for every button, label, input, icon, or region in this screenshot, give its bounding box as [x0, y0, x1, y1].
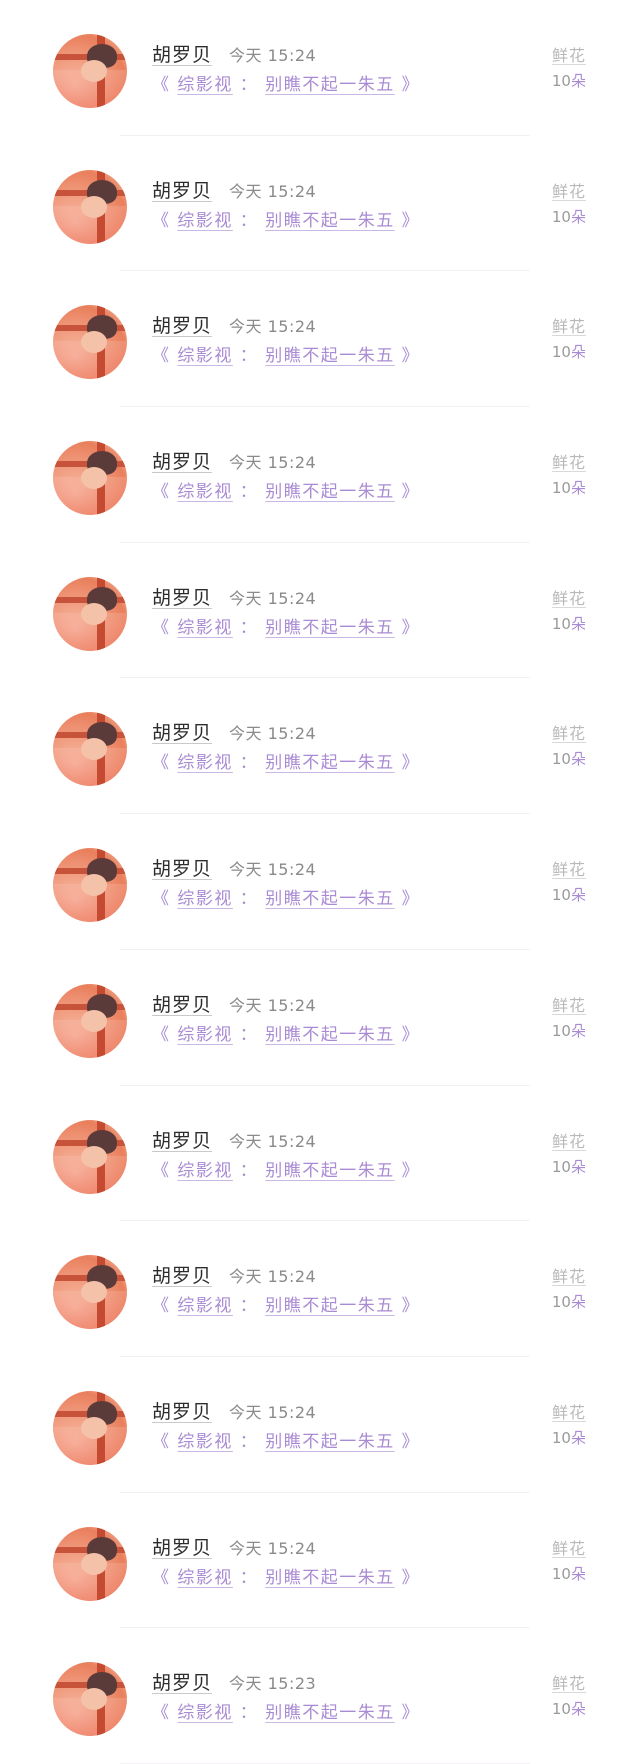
- gift-type-label: 鲜花: [551, 995, 586, 1015]
- user-name[interactable]: 胡罗贝: [152, 447, 212, 474]
- list-item[interactable]: 胡罗贝 今天 15:24 《 综影视 ： 别瞧不起一朱五 》 鲜花 10朵: [0, 0, 640, 136]
- timestamp: 今天 15:24: [229, 317, 317, 337]
- user-name[interactable]: 胡罗贝: [152, 583, 212, 610]
- book-title-link[interactable]: 《 综影视 ： 别瞧不起一朱五 》: [152, 477, 420, 502]
- book-title-link[interactable]: 《 综影视 ： 别瞧不起一朱五 》: [152, 1291, 420, 1316]
- avatar[interactable]: [53, 169, 127, 244]
- user-name[interactable]: 胡罗贝: [152, 990, 212, 1017]
- timestamp: 今天 15:24: [229, 1267, 317, 1287]
- timestamp: 今天 15:23: [229, 1674, 317, 1694]
- gift-count: 10朵: [551, 479, 586, 498]
- gift-count: 10朵: [551, 1428, 586, 1447]
- avatar[interactable]: [53, 1662, 127, 1737]
- list-item[interactable]: 胡罗贝 今天 15:24 《 综影视 ： 别瞧不起一朱五 》 鲜花 10朵: [0, 543, 640, 679]
- user-name[interactable]: 胡罗贝: [152, 40, 212, 67]
- avatar[interactable]: [53, 1390, 127, 1465]
- timestamp: 今天 15:24: [229, 1402, 317, 1422]
- gift-count: 10朵: [551, 72, 586, 90]
- list-item[interactable]: 胡罗贝 今天 15:24 《 综影视 ： 别瞧不起一朱五 》 鲜花 10朵: [0, 1493, 640, 1629]
- book-title-link[interactable]: 《 综影视 ： 别瞧不起一朱五 》: [152, 748, 420, 773]
- list-item[interactable]: 胡罗贝 今天 15:24 《 综影视 ： 别瞧不起一朱五 》 鲜花 10朵: [0, 271, 640, 407]
- timestamp: 今天 15:24: [229, 181, 317, 201]
- book-title-link[interactable]: 《 综影视 ： 别瞧不起一朱五 》: [152, 341, 420, 366]
- timestamp: 今天 15:24: [229, 724, 317, 744]
- gift-count: 10朵: [551, 886, 586, 905]
- gift-record-list: 胡罗贝 今天 15:24 《 综影视 ： 别瞧不起一朱五 》 鲜花 10朵 胡罗…: [0, 0, 640, 1764]
- avatar[interactable]: [53, 576, 127, 651]
- timestamp: 今天 15:24: [229, 1131, 317, 1151]
- gift-type-label: 鲜花: [551, 1674, 586, 1694]
- timestamp: 今天 15:24: [229, 995, 317, 1015]
- gift-type-label: 鲜花: [551, 181, 586, 201]
- book-title-link[interactable]: 《 综影视 ： 别瞧不起一朱五 》: [152, 70, 420, 95]
- avatar[interactable]: [53, 441, 127, 516]
- book-title-link[interactable]: 《 综影视 ： 别瞧不起一朱五 》: [152, 1563, 420, 1588]
- avatar[interactable]: [53, 983, 127, 1058]
- gift-count: 10朵: [551, 1157, 586, 1176]
- list-item[interactable]: 胡罗贝 今天 15:24 《 综影视 ： 别瞧不起一朱五 》 鲜花 10朵: [0, 950, 640, 1086]
- list-item[interactable]: 胡罗贝 今天 15:23 《 综影视 ： 别瞧不起一朱五 》 鲜花 10朵: [0, 1628, 640, 1764]
- gift-count: 10朵: [551, 207, 586, 226]
- user-name[interactable]: 胡罗贝: [152, 718, 212, 745]
- list-item[interactable]: 胡罗贝 今天 15:24 《 综影视 ： 别瞧不起一朱五 》 鲜花 10朵: [0, 407, 640, 543]
- gift-type-label: 鲜花: [551, 453, 586, 473]
- book-title-link[interactable]: 《 综影视 ： 别瞧不起一朱五 》: [152, 1020, 420, 1045]
- gift-type-label: 鲜花: [551, 46, 586, 65]
- gift-count: 10朵: [551, 1700, 586, 1719]
- timestamp: 今天 15:24: [229, 46, 317, 65]
- gift-count: 10朵: [551, 614, 586, 633]
- avatar[interactable]: [53, 848, 127, 923]
- list-item[interactable]: 胡罗贝 今天 15:24 《 综影视 ： 别瞧不起一朱五 》 鲜花 10朵: [0, 1357, 640, 1493]
- gift-type-label: 鲜花: [551, 1402, 586, 1422]
- gift-type-label: 鲜花: [551, 860, 586, 880]
- user-name[interactable]: 胡罗贝: [152, 1261, 212, 1288]
- book-title-link[interactable]: 《 综影视 ： 别瞧不起一朱五 》: [152, 884, 420, 909]
- avatar[interactable]: [53, 1119, 127, 1194]
- gift-type-label: 鲜花: [551, 1267, 586, 1287]
- book-title-link[interactable]: 《 综影视 ： 别瞧不起一朱五 》: [152, 1427, 420, 1452]
- user-name[interactable]: 胡罗贝: [152, 1397, 212, 1424]
- book-title-link[interactable]: 《 综影视 ： 别瞧不起一朱五 》: [152, 206, 420, 231]
- gift-count: 10朵: [551, 750, 586, 769]
- book-title-link[interactable]: 《 综影视 ： 别瞧不起一朱五 》: [152, 1698, 420, 1723]
- list-item[interactable]: 胡罗贝 今天 15:24 《 综影视 ： 别瞧不起一朱五 》 鲜花 10朵: [0, 136, 640, 272]
- list-item[interactable]: 胡罗贝 今天 15:24 《 综影视 ： 别瞧不起一朱五 》 鲜花 10朵: [0, 678, 640, 814]
- gift-count: 10朵: [551, 343, 586, 362]
- avatar[interactable]: [53, 712, 127, 787]
- list-item[interactable]: 胡罗贝 今天 15:24 《 综影视 ： 别瞧不起一朱五 》 鲜花 10朵: [0, 1086, 640, 1222]
- avatar[interactable]: [53, 1526, 127, 1601]
- user-name[interactable]: 胡罗贝: [152, 1533, 212, 1560]
- book-title-link[interactable]: 《 综影视 ： 别瞧不起一朱五 》: [152, 613, 420, 638]
- gift-type-label: 鲜花: [551, 724, 586, 744]
- gift-type-label: 鲜花: [551, 588, 586, 608]
- list-item[interactable]: 胡罗贝 今天 15:24 《 综影视 ： 别瞧不起一朱五 》 鲜花 10朵: [0, 1221, 640, 1357]
- timestamp: 今天 15:24: [229, 588, 317, 608]
- timestamp: 今天 15:24: [229, 860, 317, 880]
- gift-count: 10朵: [551, 1293, 586, 1312]
- gift-type-label: 鲜花: [551, 317, 586, 337]
- user-name[interactable]: 胡罗贝: [152, 176, 212, 203]
- book-title-link[interactable]: 《 综影视 ： 别瞧不起一朱五 》: [152, 1156, 420, 1181]
- list-item[interactable]: 胡罗贝 今天 15:24 《 综影视 ： 别瞧不起一朱五 》 鲜花 10朵: [0, 814, 640, 950]
- avatar[interactable]: [53, 305, 127, 380]
- user-name[interactable]: 胡罗贝: [152, 854, 212, 881]
- gift-type-label: 鲜花: [551, 1538, 586, 1558]
- avatar[interactable]: [53, 34, 127, 108]
- user-name[interactable]: 胡罗贝: [152, 1126, 212, 1153]
- avatar[interactable]: [53, 1255, 127, 1330]
- user-name[interactable]: 胡罗贝: [152, 1668, 212, 1695]
- user-name[interactable]: 胡罗贝: [152, 311, 212, 338]
- gift-count: 10朵: [551, 1021, 586, 1040]
- timestamp: 今天 15:24: [229, 453, 317, 473]
- gift-type-label: 鲜花: [551, 1131, 586, 1151]
- gift-count: 10朵: [551, 1564, 586, 1583]
- timestamp: 今天 15:24: [229, 1538, 317, 1558]
